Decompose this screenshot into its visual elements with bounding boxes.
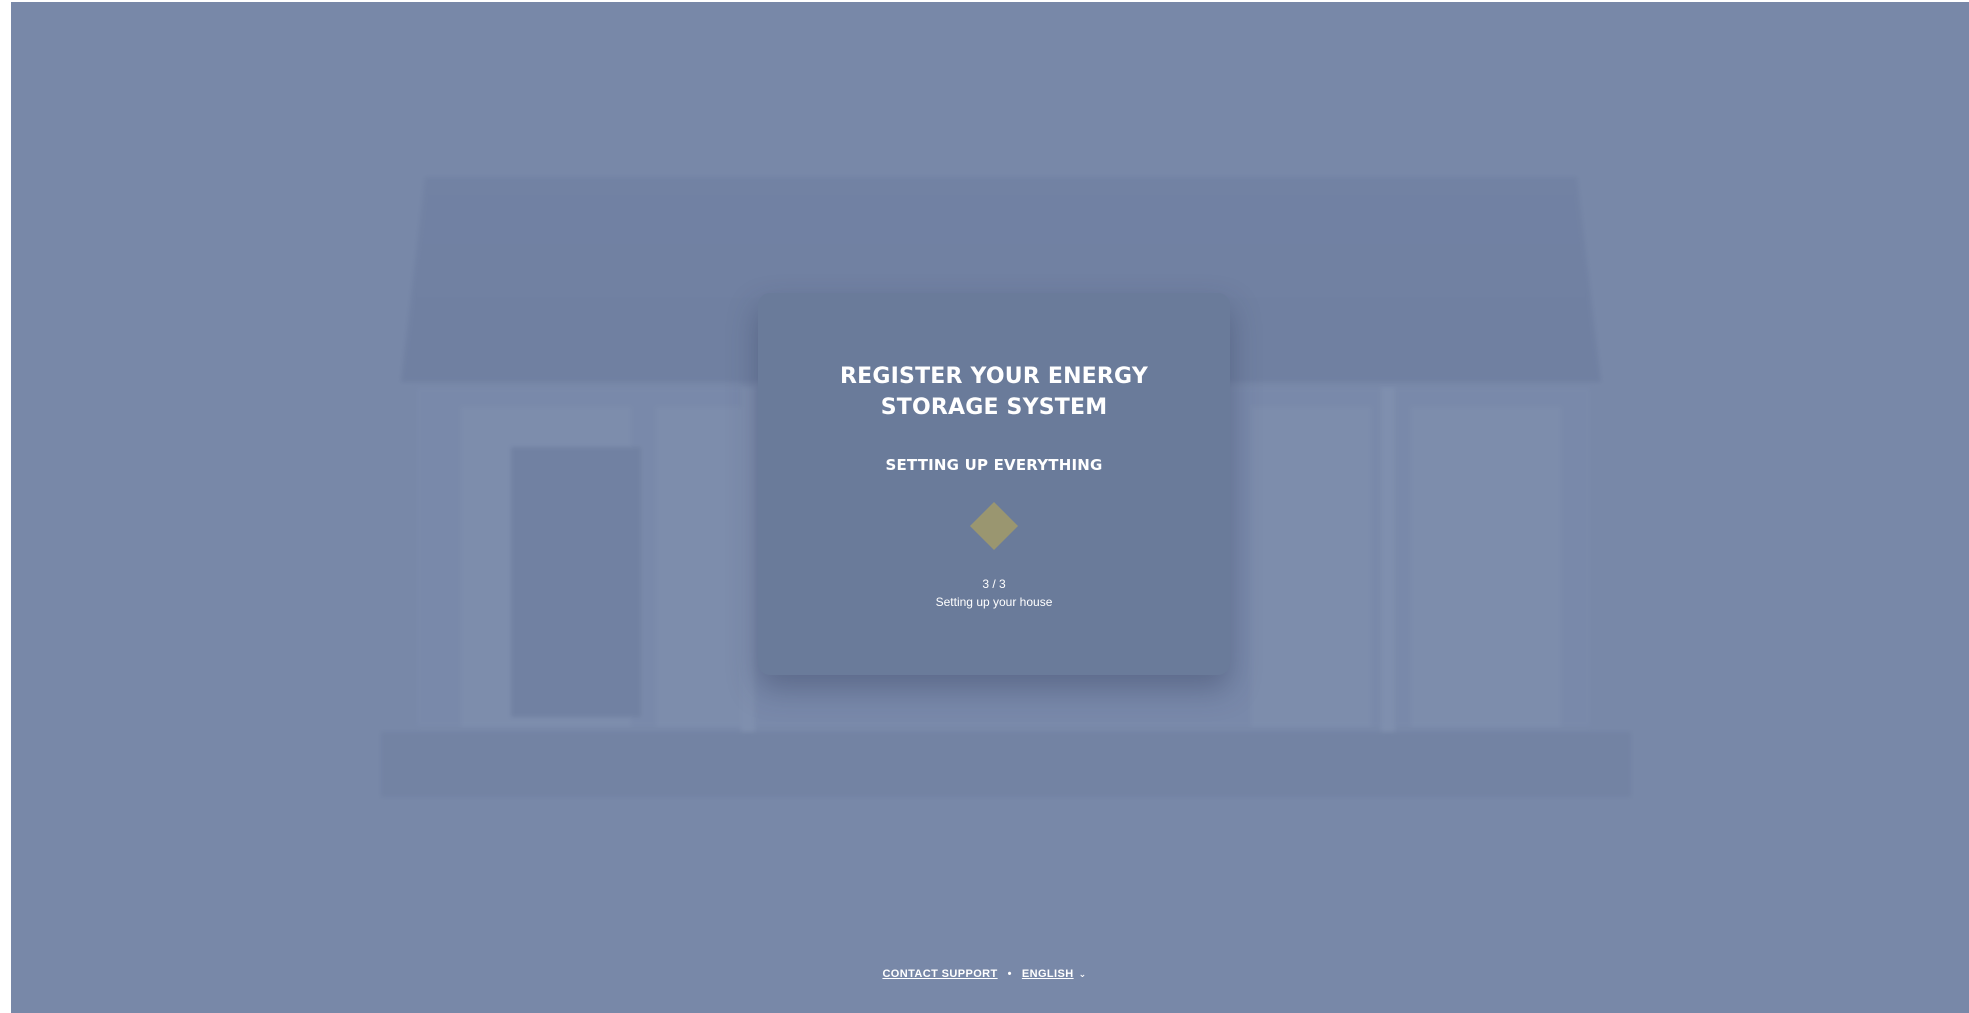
- house-door: [511, 447, 641, 717]
- house-porch: [381, 732, 1631, 797]
- dialog-title: REGISTER YOUR ENERGY STORAGE SYSTEM: [840, 364, 1148, 420]
- porch-post: [741, 387, 755, 737]
- step-description: Setting up your house: [935, 595, 1053, 609]
- contact-support-link[interactable]: CONTACT SUPPORT: [882, 968, 997, 980]
- diamond-spinner-icon: [969, 501, 1019, 551]
- step-counter: 3 / 3: [982, 577, 1006, 591]
- language-selector[interactable]: ENGLISH: [1022, 968, 1074, 980]
- footer-separator: •: [1007, 968, 1012, 980]
- registration-dialog: REGISTER YOUR ENERGY STORAGE SYSTEM SETT…: [758, 293, 1230, 675]
- chevron-down-icon[interactable]: ⌄: [1079, 969, 1087, 980]
- house-window: [1251, 407, 1371, 727]
- loading-indicator: [758, 501, 1230, 551]
- language-label: ENGLISH: [1021, 968, 1074, 980]
- footer: CONTACT SUPPORT • ENGLISH ⌄: [0, 968, 1969, 980]
- porch-post: [1381, 387, 1395, 737]
- house-window: [1411, 407, 1561, 727]
- house-window: [656, 407, 746, 727]
- page-background: REGISTER YOUR ENERGY STORAGE SYSTEM SETT…: [11, 2, 1969, 1013]
- dialog-subtitle: SETTING UP EVERYTHING: [885, 456, 1103, 474]
